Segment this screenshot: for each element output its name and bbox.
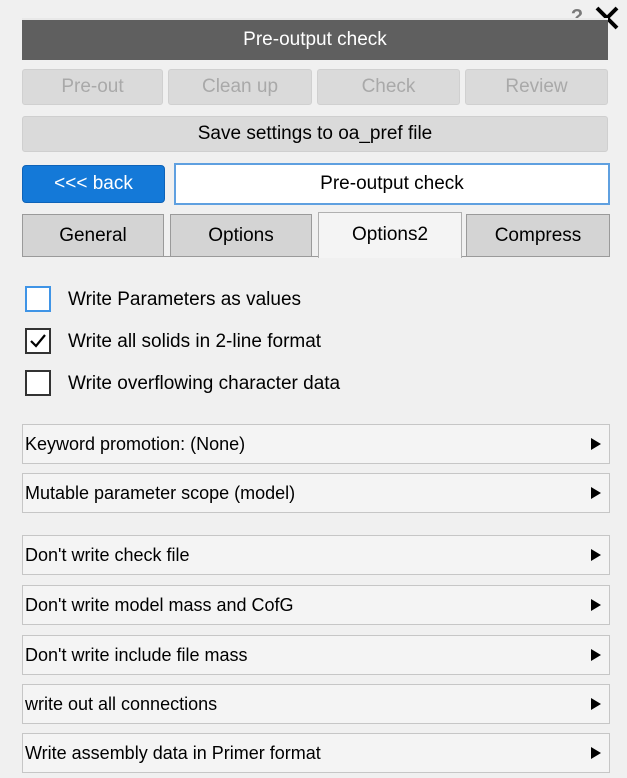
menu-label: Don't write check file: [25, 545, 190, 565]
checkbox-unchecked[interactable]: [25, 286, 51, 312]
tab-divider: [462, 256, 610, 257]
submenu-arrow-icon: [591, 549, 601, 561]
cleanup-button[interactable]: Clean up: [168, 69, 312, 105]
checkbox-label: Write Parameters as values: [68, 289, 302, 310]
menu-label: write out all connections: [25, 694, 218, 714]
checkmark-icon: [30, 334, 46, 348]
tab-divider: [22, 256, 318, 257]
model-mass-menu[interactable]: Don't write model mass and CofG: [22, 585, 610, 625]
connections-menu[interactable]: write out all connections: [22, 684, 610, 724]
review-button[interactable]: Review: [465, 69, 608, 105]
checkbox-label: Write all solids in 2-line format: [68, 331, 322, 352]
menu-label: Don't write model mass and CofG: [25, 595, 294, 615]
checkbox-label: Write overflowing character data: [68, 373, 341, 394]
menu-label: Write assembly data in Primer format: [25, 743, 321, 763]
submenu-arrow-icon: [591, 438, 601, 450]
tab-general[interactable]: General: [22, 214, 164, 256]
menu-label: Keyword promotion: (None): [25, 434, 246, 454]
window-title-bar: Pre-output check: [22, 18, 608, 60]
submenu-arrow-icon: [591, 487, 601, 499]
submenu-arrow-icon: [591, 649, 601, 661]
mutable-parameter-scope-menu[interactable]: Mutable parameter scope (model): [22, 473, 610, 513]
check-button[interactable]: Check: [317, 69, 460, 105]
submenu-arrow-icon: [591, 698, 601, 710]
keyword-promotion-menu[interactable]: Keyword promotion: (None): [22, 424, 610, 464]
tab-options2[interactable]: Options2: [318, 212, 462, 258]
back-button[interactable]: <<< back: [22, 165, 165, 203]
preout-button[interactable]: Pre-out: [22, 69, 163, 105]
include-file-mass-menu[interactable]: Don't write include file mass: [22, 635, 610, 675]
checkbox-unchecked[interactable]: [25, 370, 51, 396]
menu-label: Don't write include file mass: [25, 645, 248, 665]
tab-compress[interactable]: Compress: [466, 214, 610, 256]
submenu-arrow-icon: [591, 599, 601, 611]
menu-label: Mutable parameter scope (model): [25, 483, 296, 503]
check-file-menu[interactable]: Don't write check file: [22, 535, 610, 575]
submenu-arrow-icon: [591, 747, 601, 759]
panel-heading: Pre-output check: [174, 163, 610, 205]
save-settings-button[interactable]: Save settings to oa_pref file: [22, 116, 608, 152]
tab-options[interactable]: Options: [170, 214, 312, 256]
checkbox-checked[interactable]: [25, 328, 51, 354]
assembly-data-menu[interactable]: Write assembly data in Primer format: [22, 733, 610, 773]
